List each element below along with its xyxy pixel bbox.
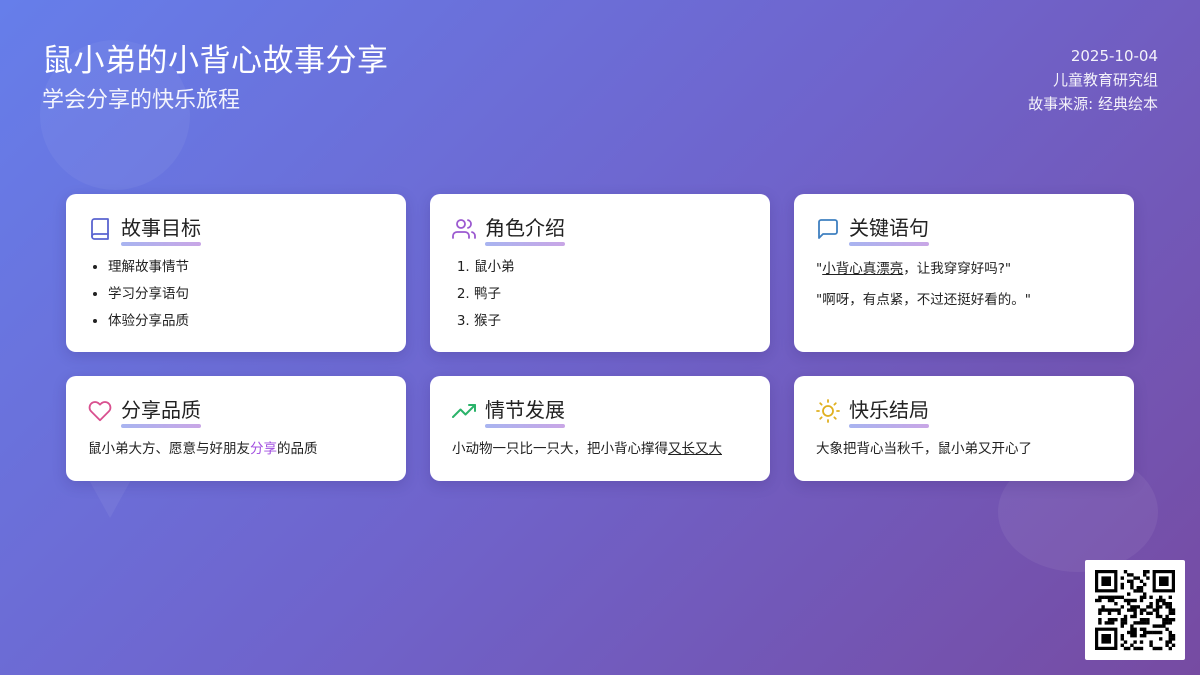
source-text: 故事来源: 经典绘本	[1028, 95, 1158, 113]
card-plot: 情节发展 小动物一只比一只大，把小背心撑得又长又大	[430, 376, 770, 481]
page-title: 鼠小弟的小背心故事分享	[42, 43, 389, 79]
list-item: 体验分享品质	[108, 308, 386, 335]
card-goals: 故事目标 理解故事情节 学习分享语句 体验分享品质	[66, 194, 406, 352]
card-quality: 分享品质 鼠小弟大方、愿意与好朋友分享的品质	[66, 376, 406, 481]
sun-icon	[816, 399, 840, 423]
highlight-word: 分享	[250, 441, 277, 457]
underlined-phrase: 小背心真漂亮	[822, 261, 904, 277]
header-meta: 2025-10-04 儿童教育研究组 故事来源: 经典绘本	[1028, 44, 1158, 116]
card-ending: 快乐结局 大象把背心当秋千，鼠小弟又开心了	[794, 376, 1134, 481]
card-title: 关键语句	[849, 215, 929, 246]
qr-code	[1085, 560, 1185, 660]
goals-list: 理解故事情节 学习分享语句 体验分享品质	[88, 254, 386, 335]
card-title: 快乐结局	[849, 397, 929, 428]
list-item: 理解故事情节	[108, 254, 386, 281]
users-icon	[452, 217, 476, 241]
roles-list: 鼠小弟 鸭子 猴子	[452, 254, 750, 335]
card-title: 情节发展	[485, 397, 565, 428]
card-text: 鼠小弟大方、愿意与好朋友分享的品质	[88, 441, 318, 457]
chat-bubble-icon	[816, 217, 840, 241]
list-item: 猴子	[474, 308, 750, 335]
trend-up-icon	[452, 399, 476, 423]
list-item: 鼠小弟	[474, 254, 750, 281]
list-item: 鸭子	[474, 281, 750, 308]
list-item: 学习分享语句	[108, 281, 386, 308]
card-title: 角色介绍	[485, 215, 565, 246]
card-title: 分享品质	[121, 397, 201, 428]
underlined-phrase: 又长又大	[668, 441, 722, 457]
heart-icon	[88, 399, 112, 423]
quote-line: "啊呀，有点紧，不过还挺好看的。"	[816, 292, 1031, 308]
date-text: 2025-10-04	[1070, 47, 1158, 65]
card-title: 故事目标	[121, 215, 201, 246]
card-text: 小动物一只比一只大，把小背心撑得又长又大	[452, 441, 722, 457]
card-text: 大象把背心当秋千，鼠小弟又开心了	[816, 441, 1032, 457]
card-phrases: 关键语句 "小背心真漂亮，让我穿穿好吗?" "啊呀，有点紧，不过还挺好看的。"	[794, 194, 1134, 352]
header: 鼠小弟的小背心故事分享 学会分享的快乐旅程	[42, 40, 389, 116]
book-icon	[88, 217, 112, 241]
group-text: 儿童教育研究组	[1052, 71, 1158, 89]
quote-line: "小背心真漂亮，让我穿穿好吗?"	[816, 261, 1012, 277]
page-subtitle: 学会分享的快乐旅程	[42, 88, 241, 113]
card-roles: 角色介绍 鼠小弟 鸭子 猴子	[430, 194, 770, 352]
